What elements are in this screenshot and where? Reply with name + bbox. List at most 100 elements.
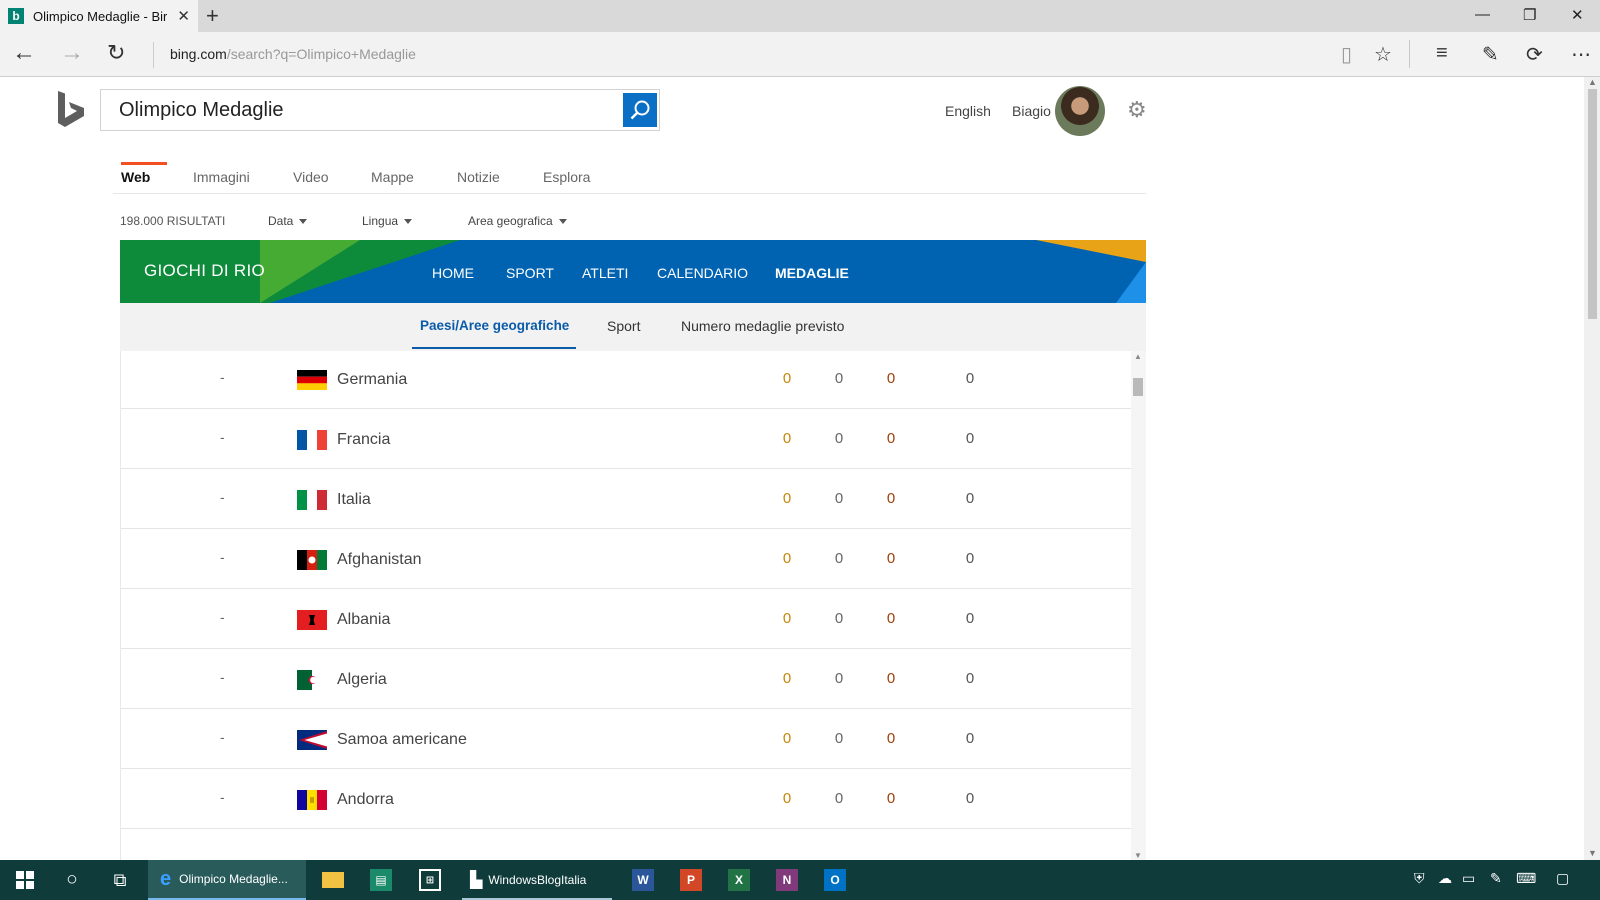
table-row[interactable]: - Afghanistan 0 0 0 0 (121, 529, 1132, 589)
close-tab-icon[interactable]: ✕ (177, 7, 190, 25)
subtab-countries[interactable]: Paesi/Aree geografiche (420, 318, 569, 333)
notifications-icon[interactable]: ▢ (1556, 870, 1569, 887)
forward-icon[interactable]: → (60, 41, 84, 65)
pen-icon[interactable]: ✎ (1490, 870, 1502, 887)
search-button[interactable] (623, 93, 657, 127)
filter-region-label: Area geografica (468, 214, 553, 228)
close-window-icon[interactable]: ✕ (1571, 6, 1584, 24)
olympics-nav-sport[interactable]: SPORT (506, 265, 554, 281)
total-count: 0 (965, 670, 975, 687)
browser-tab[interactable]: b Olimpico Medaglie - Bir ✕ (0, 0, 198, 32)
app-icon[interactable]: ▤ (366, 860, 396, 900)
silver-count: 0 (834, 610, 844, 627)
olympics-nav-home[interactable]: HOME (432, 265, 474, 281)
gold-count: 0 (782, 670, 792, 687)
country-name[interactable]: Francia (337, 431, 390, 449)
edge-icon: e (160, 867, 172, 890)
gold-count: 0 (782, 610, 792, 627)
windows-start-icon[interactable] (10, 860, 40, 900)
restore-icon[interactable]: ❐ (1523, 6, 1536, 24)
page-scroll-thumb[interactable] (1588, 89, 1597, 319)
table-row[interactable]: - Andorra 0 0 0 0 (121, 769, 1132, 829)
gear-icon[interactable]: ⚙ (1127, 97, 1147, 123)
page-scrollbar[interactable]: ▲ ▼ (1584, 77, 1600, 860)
more-icon[interactable]: ⋯ (1571, 42, 1591, 67)
new-tab-icon[interactable]: + (206, 3, 219, 29)
store-icon[interactable]: ⊞ (415, 860, 445, 900)
gold-count: 0 (782, 370, 792, 387)
favorite-star-icon[interactable]: ☆ (1374, 42, 1392, 67)
user-name[interactable]: Biagio (1012, 103, 1051, 119)
scroll-up-icon[interactable]: ▲ (1588, 77, 1597, 87)
country-name[interactable]: Samoa americane (337, 731, 467, 749)
filter-date[interactable]: Data (268, 214, 308, 228)
scope-explore[interactable]: Esplora (543, 169, 590, 185)
scope-video[interactable]: Video (293, 169, 329, 185)
table-scrollbar[interactable]: ▲ ▼ (1131, 351, 1146, 860)
table-row[interactable]: - Albania 0 0 0 0 (121, 589, 1132, 649)
andorra-flag-icon (297, 790, 327, 810)
table-row[interactable]: - Italia 0 0 0 0 (121, 469, 1132, 529)
onenote-icon[interactable]: N (772, 860, 802, 900)
network-icon[interactable]: ▭ (1462, 870, 1475, 887)
powerpoint-icon[interactable]: P (676, 860, 706, 900)
scope-images[interactable]: Immagini (193, 169, 250, 185)
keyboard-icon[interactable]: ⌨ (1516, 870, 1536, 887)
onedrive-icon[interactable]: ☁ (1438, 870, 1452, 887)
minimize-icon[interactable]: — (1475, 6, 1490, 23)
scroll-down-icon[interactable]: ▼ (1588, 848, 1597, 858)
scope-web[interactable]: Web (121, 162, 167, 185)
word-icon[interactable]: W (628, 860, 658, 900)
table-row[interactable]: - Algeria 0 0 0 0 (121, 649, 1132, 709)
address-bar[interactable]: bing.com/search?q=Olimpico+Medaglie (170, 46, 416, 62)
total-count: 0 (965, 550, 975, 567)
olympics-nav-athletes[interactable]: ATLETI (582, 265, 628, 281)
table-row[interactable]: - Samoa americane 0 0 0 0 (121, 709, 1132, 769)
scope-bar: Web Immagini Video Mappe Notizie Esplora (113, 160, 1146, 194)
avatar[interactable] (1055, 86, 1105, 136)
cortana-icon[interactable]: ○ (57, 860, 87, 900)
excel-icon[interactable]: X (724, 860, 754, 900)
olympics-subnav: Paesi/Aree geografiche Sport Numero meda… (120, 303, 1146, 351)
scroll-thumb[interactable] (1133, 378, 1143, 396)
subtab-predicted[interactable]: Numero medaglie previsto (681, 318, 844, 334)
silver-count: 0 (834, 430, 844, 447)
taskbar-edge[interactable]: e Olimpico Medaglie... (148, 860, 306, 900)
hub-icon[interactable]: ≡ (1436, 42, 1448, 65)
taskbar-explorer[interactable]: ▙ WindowsBlogItalia (462, 860, 612, 900)
albania-flag-icon (297, 610, 327, 630)
language-link[interactable]: English (945, 103, 991, 119)
country-name[interactable]: Afghanistan (337, 551, 422, 569)
web-note-icon[interactable]: ✎ (1482, 42, 1499, 67)
subtab-sport[interactable]: Sport (607, 318, 640, 334)
share-icon[interactable]: ⟳ (1526, 42, 1543, 67)
file-explorer-icon[interactable] (318, 860, 348, 900)
country-name[interactable]: Andorra (337, 791, 394, 809)
table-row[interactable]: - Germania 0 0 0 0 (121, 351, 1132, 409)
total-count: 0 (965, 790, 975, 807)
scroll-down-icon[interactable]: ▼ (1134, 851, 1142, 860)
scope-maps[interactable]: Mappe (371, 169, 414, 185)
country-name[interactable]: Italia (337, 491, 371, 509)
taskbar: ○ ⧉ e Olimpico Medaglie... ▤ ⊞ ▙ Windows… (0, 860, 1600, 900)
olympics-title[interactable]: GIOCHI DI RIO (144, 261, 265, 281)
reading-view-icon[interactable]: ▯ (1341, 42, 1352, 67)
american-samoa-flag-icon (297, 730, 327, 750)
scroll-up-icon[interactable]: ▲ (1134, 352, 1142, 361)
country-name[interactable]: Algeria (337, 671, 387, 689)
refresh-icon[interactable]: ↻ (107, 41, 125, 65)
olympics-nav-medals[interactable]: MEDAGLIE (775, 265, 849, 281)
olympics-nav-calendar[interactable]: CALENDARIO (657, 265, 748, 281)
scope-news[interactable]: Notizie (457, 169, 500, 185)
filter-language[interactable]: Lingua (362, 214, 413, 228)
country-name[interactable]: Albania (337, 611, 390, 629)
outlook-icon[interactable]: O (820, 860, 850, 900)
country-name[interactable]: Germania (337, 371, 407, 389)
table-row[interactable]: - Francia 0 0 0 0 (121, 409, 1132, 469)
task-view-icon[interactable]: ⧉ (105, 860, 135, 900)
search-input[interactable] (119, 97, 599, 123)
defender-icon[interactable]: ⛨ (1414, 870, 1425, 887)
bing-logo-icon[interactable] (56, 91, 86, 131)
back-icon[interactable]: ← (12, 41, 36, 65)
filter-region[interactable]: Area geografica (468, 214, 567, 228)
